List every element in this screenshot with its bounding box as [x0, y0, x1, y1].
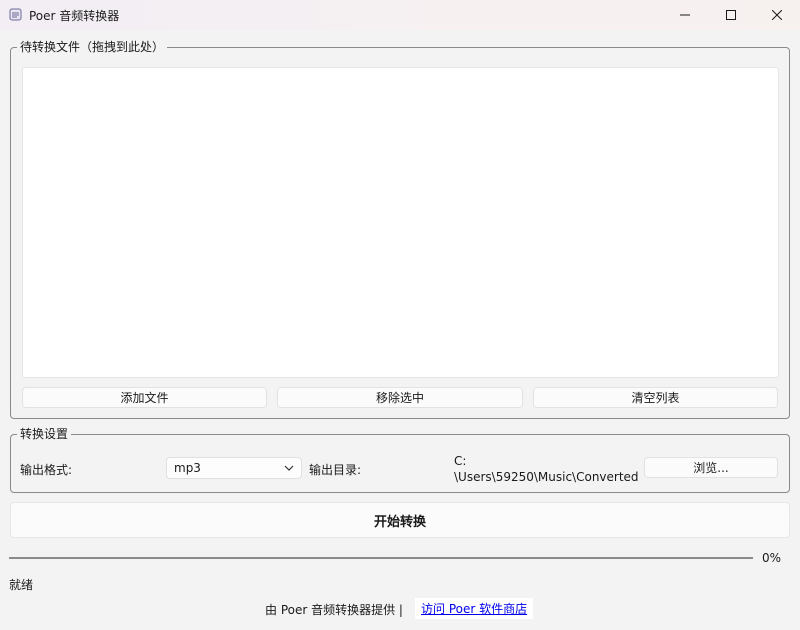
- format-label: 输出格式:: [20, 463, 73, 477]
- start-convert-button[interactable]: 开始转换: [10, 502, 790, 538]
- footer-credit: 由 Poer 音频转换器提供 |: [265, 603, 403, 617]
- format-select-value: mp3: [174, 461, 201, 475]
- minimize-button[interactable]: [662, 0, 708, 30]
- format-select[interactable]: mp3: [166, 457, 302, 479]
- close-icon: [772, 10, 782, 20]
- store-link[interactable]: 访问 Poer 软件商店: [415, 598, 534, 619]
- minimize-icon: [680, 14, 690, 16]
- progress-bar: [9, 557, 753, 559]
- file-list[interactable]: [22, 67, 779, 378]
- status-text: 就绪: [9, 578, 34, 592]
- settings-group-label: 转换设置: [17, 427, 72, 441]
- clear-list-button[interactable]: 清空列表: [533, 387, 778, 408]
- settings-group: 转换设置 输出格式: mp3 输出目录: C: \Users\59250\Mus…: [10, 427, 790, 493]
- add-files-button[interactable]: 添加文件: [22, 387, 267, 408]
- files-group: 待转换文件（拖拽到此处） 添加文件 移除选中 清空列表: [10, 40, 790, 419]
- files-group-label: 待转换文件（拖拽到此处）: [17, 40, 168, 54]
- window-title: Poer 音频转换器: [29, 9, 120, 23]
- chevron-down-icon: [284, 465, 294, 471]
- output-dir-label: 输出目录:: [309, 463, 362, 477]
- maximize-icon: [726, 10, 736, 20]
- output-dir-path: C: \Users\59250\Music\Converted: [454, 454, 639, 484]
- maximize-button[interactable]: [708, 0, 754, 30]
- title-bar: Poer 音频转换器: [0, 0, 800, 30]
- progress-text: 0%: [762, 551, 782, 565]
- app-icon: [9, 8, 22, 21]
- browse-button[interactable]: 浏览...: [644, 457, 778, 478]
- close-button[interactable]: [754, 0, 800, 30]
- remove-selected-button[interactable]: 移除选中: [277, 387, 523, 408]
